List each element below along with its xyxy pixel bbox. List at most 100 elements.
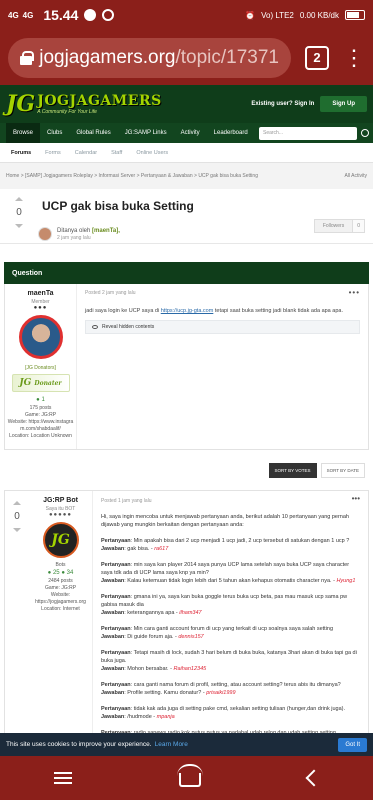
url-path: /topic/17371 — [175, 46, 279, 68]
reveal-label: Reveal hidden contents — [102, 324, 155, 330]
sort-bar: SORT BY VOTES SORT BY DATE — [0, 450, 373, 490]
nav-jgsamp-links[interactable]: JG:SAMP Links — [118, 123, 174, 143]
page: 4G 4G 15.44 ⏰ Vo) LTE2 0.00 KB/dk jogjag… — [0, 0, 373, 800]
site-logo[interactable]: JG JOGJAGAMERS A Community For Your Life — [6, 91, 162, 117]
reputation-count: ● 1 — [36, 397, 45, 403]
subnav-online-users[interactable]: Online Users — [129, 150, 175, 156]
notification-icon — [84, 9, 97, 21]
logo-tagline: A Community For Your Life — [37, 109, 97, 115]
browser-menu-icon[interactable]: ⋮ — [343, 46, 365, 69]
nav-leaderboard[interactable]: Leaderboard — [207, 123, 255, 143]
nav-global-rules[interactable]: Global Rules — [69, 123, 117, 143]
nav-browse[interactable]: Browse — [6, 123, 41, 143]
home-icon[interactable] — [176, 764, 203, 787]
answer-author-link[interactable]: dennis157 — [178, 634, 203, 640]
answer-author-link[interactable]: prisaiki1999 — [206, 690, 235, 696]
author-name[interactable]: maenTa — [28, 290, 54, 297]
started-user-link[interactable]: [maenTa], — [92, 228, 120, 234]
learn-more-link[interactable]: Learn More — [155, 741, 188, 748]
rank-pips: ●●● — [33, 305, 48, 311]
question-text: Tetapi masih di lock, sudah 3 hari belum… — [101, 650, 357, 664]
got-it-button[interactable]: Got It — [338, 737, 367, 752]
body-pre: jadi saya login ke UCP saya di — [85, 308, 160, 314]
sign-in-link[interactable]: Existing user? Sign In — [251, 101, 314, 107]
ucp-link[interactable]: https://ucp.jg-gta.com — [161, 308, 214, 314]
eye-icon — [92, 325, 98, 329]
question-text: gmana ini ya, saya kan buka goggle terus… — [101, 594, 348, 608]
answer-author-link[interactable]: Raihan12345 — [173, 666, 206, 672]
auth-area: Existing user? Sign In Sign Up — [251, 96, 367, 112]
answer-vote-count: 0 — [14, 511, 20, 522]
spacer — [0, 244, 373, 262]
sort-by-date-button[interactable]: SORT BY DATE — [320, 462, 365, 478]
tab-switcher-button[interactable]: 2 — [305, 45, 329, 70]
question-text: cara ganti nama forum di profil, setting… — [133, 682, 341, 688]
site-header: JG JOGJAGAMERS A Community For Your Life… — [0, 85, 373, 123]
answer-author-link[interactable]: Hyung1 — [336, 578, 355, 584]
author-name[interactable]: JG:RP Bot — [43, 497, 78, 504]
donater-label: Donater — [34, 379, 62, 387]
back-icon[interactable] — [305, 769, 322, 787]
question-label: Pertanyaan: — [101, 538, 134, 544]
post-content: Posted 1 jam yang lalu ••• Hi, saya ingi… — [93, 491, 368, 753]
question-text: tidak kak ada juga di setting pake cmd, … — [133, 706, 345, 712]
avatar[interactable] — [18, 315, 63, 359]
downvote-icon[interactable] — [13, 528, 21, 532]
search-input[interactable]: Search... — [259, 126, 357, 140]
topic-header: 0 UCP gak bisa buka Setting Followers 0 … — [0, 189, 373, 244]
post-options-icon[interactable]: ••• — [352, 495, 360, 503]
post-options-icon[interactable]: ••• — [349, 288, 360, 297]
status-right: ⏰ Vo) LTE2 0.00 KB/dk — [245, 10, 365, 20]
upvote-icon[interactable] — [13, 501, 21, 505]
qa-item: Pertanyaan: min saya kan player 2014 say… — [101, 561, 360, 585]
rep-value: 1 — [41, 397, 45, 403]
answer-text: Mohon bersabar. — [127, 666, 169, 672]
reveal-hidden-button[interactable]: Reveal hidden contents — [85, 320, 360, 334]
question-text: Min apakah bisa dari 2 ucp menjadi 1 ucp… — [133, 538, 350, 544]
started-prefix: Ditanya oleh — [57, 227, 91, 234]
upvote-icon[interactable] — [15, 197, 23, 201]
answer-label: Jawaban: — [101, 714, 128, 720]
network-label: Vo) LTE2 — [261, 10, 294, 20]
url-domain: jogjagamers.org — [39, 46, 176, 68]
location-field: Location: Internet — [41, 606, 80, 612]
recent-apps-icon[interactable] — [53, 772, 72, 784]
nav-clubs[interactable]: Clubs — [40, 123, 69, 143]
subnav-calendar[interactable]: Calendar — [68, 150, 104, 156]
website-field: Website: https://jogjagamers.org — [35, 592, 86, 605]
avatar[interactable]: JG — [42, 522, 79, 558]
answer-label: Jawaban: — [101, 690, 128, 696]
question-label: Pertanyaan: — [101, 562, 134, 568]
topic-vote: 0 — [6, 197, 32, 235]
signal-2: 4G — [22, 10, 34, 20]
battery-icon — [345, 10, 365, 20]
answer-label: Jawaban: — [101, 578, 128, 584]
post-count: 175 posts — [29, 405, 52, 411]
downvote-icon[interactable] — [15, 224, 23, 228]
post-body: jadi saya login ke UCP saya di https://u… — [85, 308, 360, 314]
topic-starter: Ditanya oleh [maenTa], 2 jam yang lalu — [38, 227, 120, 241]
subnav-forms[interactable]: Forms — [38, 150, 68, 156]
sign-up-button[interactable]: Sign Up — [320, 96, 367, 112]
post-author-panel: maenTa Member ●●● [JG Donators] JG Donat… — [5, 284, 77, 449]
avatar[interactable] — [38, 227, 52, 241]
question-label: Pertanyaan: — [101, 706, 134, 712]
sort-by-votes-button[interactable]: SORT BY VOTES — [268, 462, 317, 478]
answer-text: Kalau ketemuan tidak login lebih dari 5 … — [127, 578, 332, 584]
cookie-text: This site uses cookies to improve your e… — [6, 741, 152, 748]
answer-author-link[interactable]: ra617 — [154, 546, 168, 552]
answer-text: Profile setting. Kamu donatur? — [127, 690, 202, 696]
breadcrumb-path[interactable]: Home > [SAMP] Jogjagamers Roleplay > Inf… — [6, 173, 258, 179]
subnav-staff[interactable]: Staff — [104, 150, 129, 156]
all-activity-link[interactable]: All Activity — [344, 173, 367, 179]
search-icon[interactable] — [361, 129, 369, 137]
cookie-banner: This site uses cookies to improve your e… — [0, 733, 373, 756]
subnav-forums[interactable]: Forums — [4, 150, 38, 156]
follow-button[interactable]: Followers 0 — [313, 219, 365, 233]
nav-activity[interactable]: Activity — [174, 123, 207, 143]
sub-nav: Forums Forms Calendar Staff Online Users — [0, 143, 373, 163]
answer-author-link[interactable]: mpanja — [157, 714, 175, 720]
answer-author-link[interactable]: ilham347 — [179, 610, 201, 616]
question-text: Min cara ganti account forum di ucp yang… — [133, 626, 334, 632]
url-bar[interactable]: jogjagamers.org/topic/17371 — [8, 37, 291, 78]
